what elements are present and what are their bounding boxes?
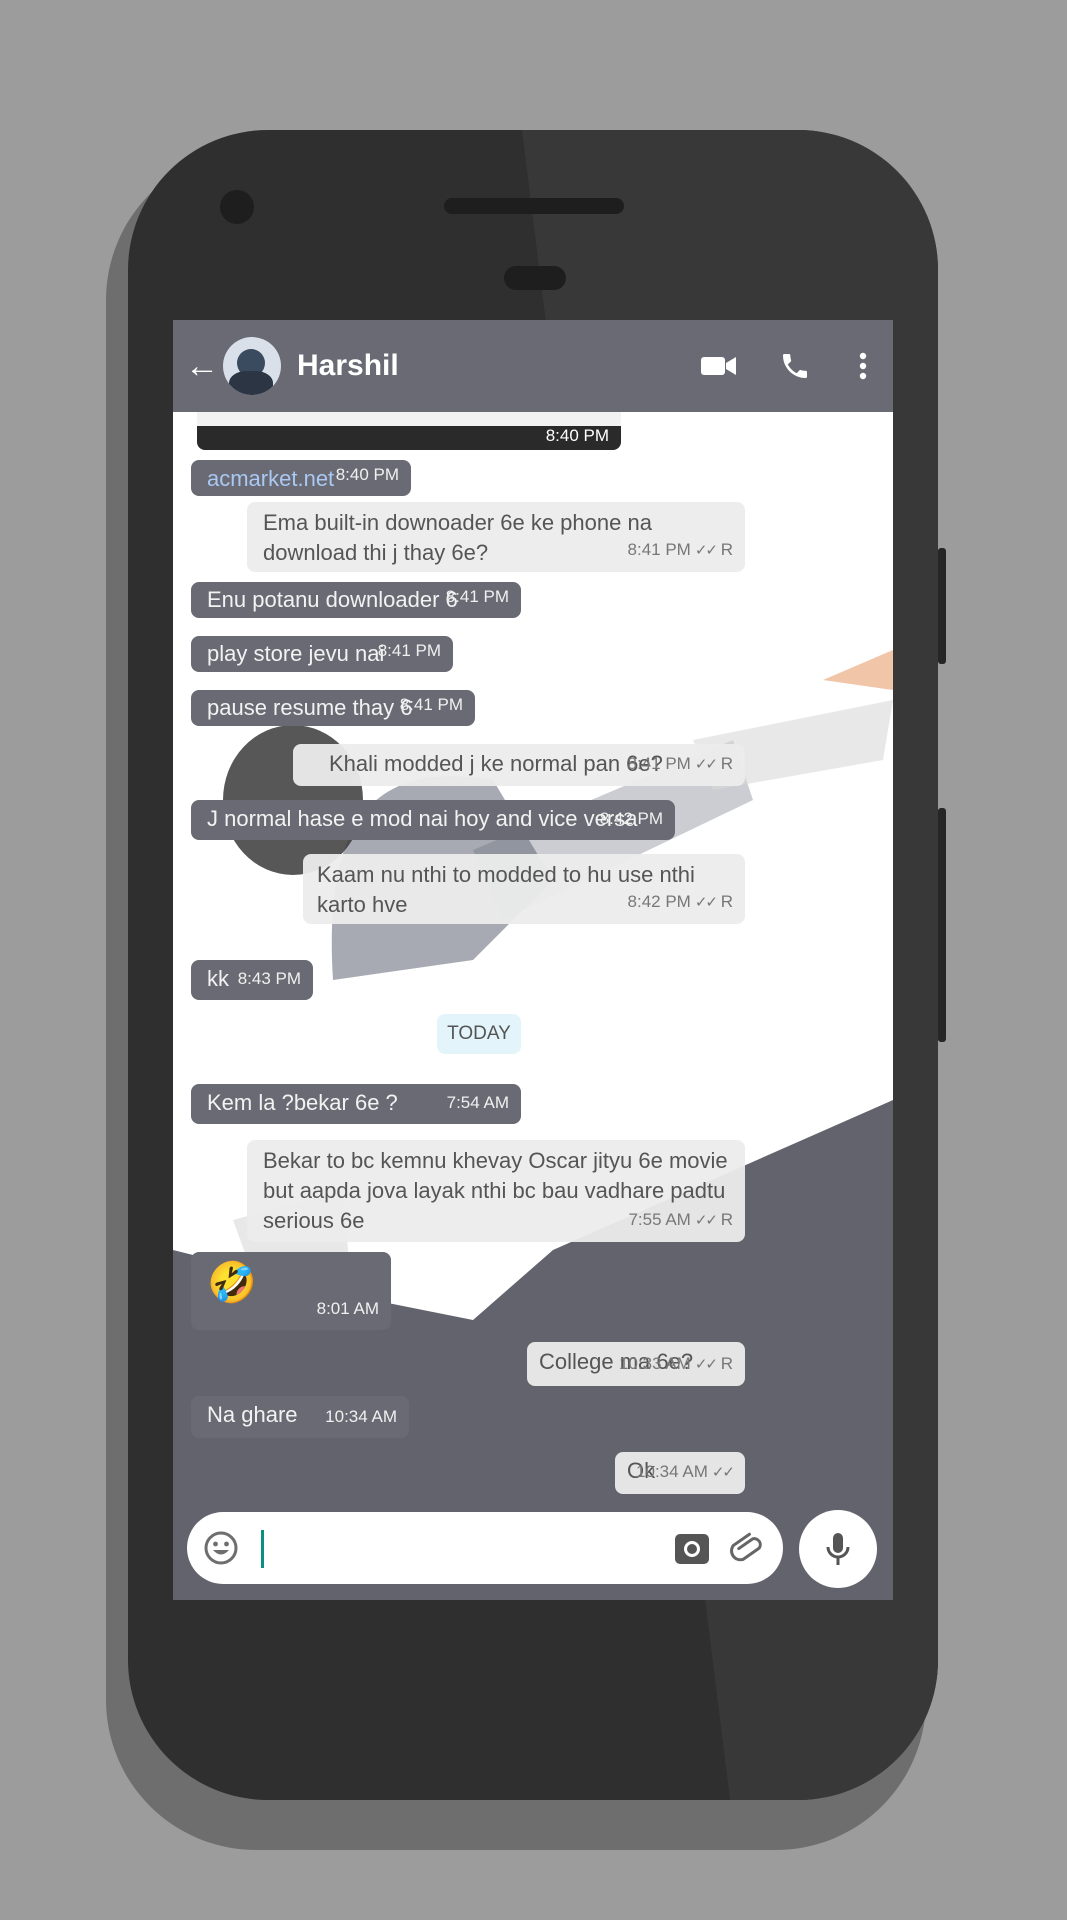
- message-status: R: [720, 1210, 733, 1229]
- read-ticks-icon: ✓✓: [694, 1212, 718, 1229]
- video-call-icon[interactable]: [681, 320, 757, 412]
- message-composer: [187, 1512, 783, 1584]
- proximity-sensor: [504, 266, 566, 290]
- message-outgoing[interactable]: College ma 6e? 10:33 AM ✓✓ R: [527, 1342, 745, 1386]
- more-options-icon[interactable]: [833, 320, 893, 412]
- message-incoming[interactable]: Enu potanu downloader 6 8:41 PM: [191, 582, 521, 618]
- message-text: Na ghare: [207, 1402, 298, 1427]
- chat-header: ← Harshil: [173, 320, 893, 412]
- message-incoming[interactable]: acmarket.net 8:40 PM: [191, 460, 411, 496]
- message-outgoing[interactable]: Khali modded j ke normal pan 6e? 8:41 PM…: [293, 744, 745, 786]
- message-incoming[interactable]: play store jevu nai 8:41 PM: [191, 636, 453, 672]
- mic-icon: [826, 1533, 850, 1565]
- message-incoming[interactable]: 🤣 8:01 AM: [191, 1252, 391, 1330]
- message-time: 8:41 PM: [377, 641, 441, 660]
- read-ticks-icon: ✓✓: [694, 756, 718, 773]
- message-incoming[interactable]: Na ghare 10:34 AM: [191, 1396, 409, 1438]
- day-separator: TODAY: [437, 1014, 521, 1054]
- mic-button[interactable]: [799, 1510, 877, 1588]
- message-time: 8:01 AM: [316, 1299, 379, 1318]
- message-time: 7:54 AM: [446, 1093, 509, 1112]
- message-link[interactable]: acmarket.net: [207, 466, 334, 491]
- message-incoming[interactable]: Kem la ?bekar 6e ? 7:54 AM: [191, 1084, 521, 1124]
- voice-call-icon[interactable]: [757, 320, 833, 412]
- message-text: Kem la ?bekar 6e ?: [207, 1090, 398, 1115]
- message-incoming[interactable]: kk 8:43 PM: [191, 960, 313, 1000]
- message-time: 8:40 PM: [335, 465, 399, 484]
- front-camera: [220, 190, 254, 224]
- message-text: kk: [207, 966, 229, 991]
- message-time: 8:41 PM: [627, 754, 691, 773]
- power-button: [938, 808, 946, 1042]
- emoji-message: 🤣: [207, 1261, 257, 1305]
- message-text: Ema built-in downoader 6e ke phone na do…: [263, 510, 659, 565]
- message-status: R: [720, 540, 733, 559]
- read-ticks-icon: ✓✓: [694, 1356, 718, 1373]
- message-time: 10:33 AM: [619, 1354, 691, 1373]
- delivered-ticks-icon: ✓✓: [711, 1464, 735, 1481]
- volume-button: [938, 548, 946, 664]
- read-ticks-icon: ✓✓: [694, 542, 718, 559]
- message-text: play store jevu nai: [207, 641, 385, 666]
- message-text: J normal hase e mod nai hoy and vice ver…: [207, 806, 638, 831]
- message-outgoing[interactable]: Bekar to bc kemnu khevay Oscar jityu 6e …: [247, 1140, 745, 1242]
- message-text: Khali modded j ke normal pan 6e?: [329, 751, 663, 776]
- message-outgoing[interactable]: Kaam nu nthi to modded to hu use nthi ka…: [303, 854, 745, 924]
- message-time: 8:41 PM: [399, 695, 463, 714]
- message-incoming[interactable]: J normal hase e mod nai hoy and vice ver…: [191, 800, 675, 840]
- message-outgoing[interactable]: Ema built-in downoader 6e ke phone na do…: [247, 502, 745, 572]
- message-time: 8:42 PM: [627, 892, 691, 911]
- camera-icon[interactable]: [673, 1530, 711, 1566]
- contact-avatar[interactable]: [223, 337, 281, 395]
- message-time: 8:41 PM: [627, 540, 691, 559]
- message-text: pause resume thay 6: [207, 695, 413, 720]
- contact-name[interactable]: Harshil: [297, 349, 681, 383]
- attach-icon[interactable]: [727, 1528, 767, 1568]
- message-time: 8:41 PM: [445, 587, 509, 606]
- chat-screen: 8:40 PM acmarket.net 8:40 PM Ema built-i…: [173, 320, 893, 1600]
- read-ticks-icon: ✓✓: [694, 894, 718, 911]
- message-status: R: [720, 892, 733, 911]
- message-status: R: [720, 1354, 733, 1373]
- earpiece-speaker: [444, 198, 624, 214]
- message-time: 8:42 PM: [599, 809, 663, 828]
- message-incoming[interactable]: pause resume thay 6 8:41 PM: [191, 690, 475, 726]
- emoji-icon[interactable]: [203, 1530, 239, 1566]
- message-time: 8:43 PM: [237, 969, 301, 988]
- media-preview[interactable]: 8:40 PM: [197, 412, 621, 450]
- message-input[interactable]: [267, 1526, 651, 1572]
- message-time: 10:34 AM: [325, 1407, 397, 1426]
- message-time: 7:55 AM: [628, 1210, 691, 1229]
- back-arrow-icon[interactable]: ←: [185, 347, 219, 386]
- media-preview-time: 8:40 PM: [545, 426, 609, 445]
- message-status: R: [720, 754, 733, 773]
- text-cursor: [261, 1530, 264, 1568]
- message-time: 10:34 AM: [636, 1462, 708, 1481]
- message-text: Enu potanu downloader 6: [207, 587, 458, 612]
- message-outgoing[interactable]: Ok 10:34 AM ✓✓: [615, 1452, 745, 1494]
